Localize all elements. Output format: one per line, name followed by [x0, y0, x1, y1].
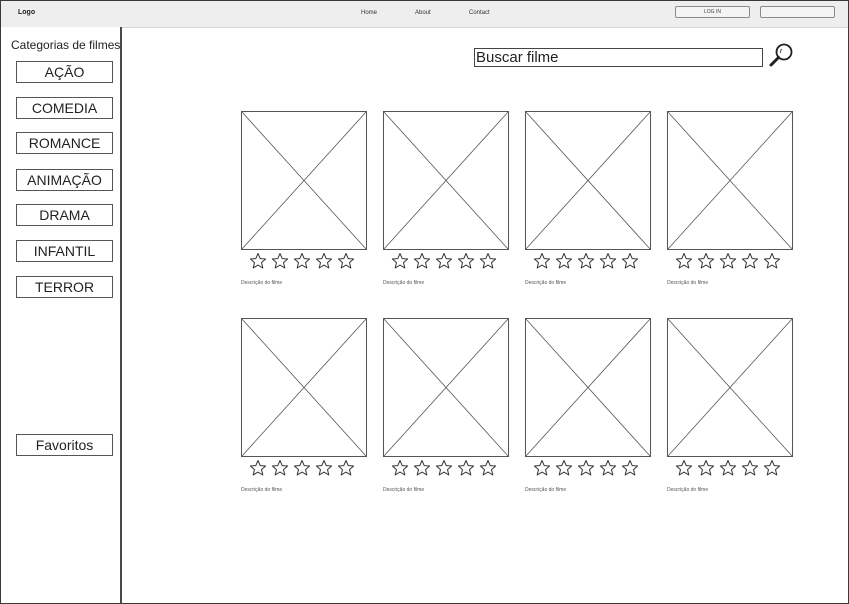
search-icon[interactable] — [768, 42, 795, 69]
star-icon[interactable] — [457, 252, 475, 270]
star-icon[interactable] — [741, 252, 759, 270]
star-icon[interactable] — [599, 459, 617, 477]
movie-card[interactable]: Descrição do filme — [383, 318, 509, 508]
category-button-drama[interactable]: DRAMA — [16, 204, 113, 226]
star-icon[interactable] — [621, 459, 639, 477]
rating-stars — [249, 252, 355, 270]
star-icon[interactable] — [763, 459, 781, 477]
star-icon[interactable] — [621, 252, 639, 270]
star-icon[interactable] — [249, 252, 267, 270]
star-icon[interactable] — [457, 459, 475, 477]
sidebar-title: Categorias de filmes — [11, 38, 121, 52]
movie-poster-placeholder[interactable] — [241, 318, 367, 457]
star-icon[interactable] — [479, 459, 497, 477]
movie-poster-placeholder[interactable] — [667, 111, 793, 250]
rating-stars — [533, 459, 639, 477]
login-button[interactable]: LOG IN — [675, 6, 750, 18]
category-button-infantil[interactable]: INFANTIL — [16, 240, 113, 262]
star-icon[interactable] — [413, 459, 431, 477]
star-icon[interactable] — [315, 459, 333, 477]
movie-poster-placeholder[interactable] — [383, 111, 509, 250]
category-button-comedia[interactable]: COMEDIA — [16, 97, 113, 119]
signup-button[interactable]: SIGN UP — [760, 6, 835, 18]
star-icon[interactable] — [763, 252, 781, 270]
star-icon[interactable] — [555, 459, 573, 477]
movie-card[interactable]: Descrição do filme — [525, 111, 651, 301]
movie-poster-placeholder[interactable] — [383, 318, 509, 457]
star-icon[interactable] — [315, 252, 333, 270]
star-icon[interactable] — [697, 252, 715, 270]
movie-poster-placeholder[interactable] — [667, 318, 793, 457]
movie-card[interactable]: Descrição do filme — [383, 111, 509, 301]
star-icon[interactable] — [435, 459, 453, 477]
rating-stars — [249, 459, 355, 477]
movie-poster-placeholder[interactable] — [525, 111, 651, 250]
star-icon[interactable] — [719, 252, 737, 270]
rating-stars — [675, 459, 781, 477]
category-button-terror[interactable]: TERROR — [16, 276, 113, 298]
movie-card[interactable]: Descrição do filme — [241, 318, 367, 508]
star-icon[interactable] — [675, 459, 693, 477]
top-bar: Logo Home About Contact LOG IN SIGN UP — [1, 1, 848, 28]
category-button-animacao[interactable]: ANIMAÇÃO — [16, 169, 113, 191]
star-icon[interactable] — [555, 252, 573, 270]
rating-stars — [391, 459, 497, 477]
movie-description: Descrição do filme — [525, 280, 567, 286]
nav-link-about[interactable]: About — [415, 10, 431, 16]
star-icon[interactable] — [337, 252, 355, 270]
star-icon[interactable] — [577, 459, 595, 477]
rating-stars — [675, 252, 781, 270]
movie-description: Descrição do filme — [383, 280, 425, 286]
app-window: Logo Home About Contact LOG IN SIGN UP C… — [0, 0, 849, 604]
sidebar: Categorias de filmes AÇÃO COMEDIA ROMANC… — [1, 27, 122, 603]
nav-link-home[interactable]: Home — [361, 10, 377, 16]
star-icon[interactable] — [337, 459, 355, 477]
star-icon[interactable] — [249, 459, 267, 477]
category-button-romance[interactable]: ROMANCE — [16, 132, 113, 154]
star-icon[interactable] — [293, 459, 311, 477]
movie-card[interactable]: Descrição do filme — [241, 111, 367, 301]
star-icon[interactable] — [533, 252, 551, 270]
star-icon[interactable] — [697, 459, 715, 477]
movie-description: Descrição do filme — [383, 487, 425, 493]
star-icon[interactable] — [391, 252, 409, 270]
star-icon[interactable] — [391, 459, 409, 477]
movie-description: Descrição do filme — [241, 487, 283, 493]
star-icon[interactable] — [271, 252, 289, 270]
movie-description: Descrição do filme — [667, 280, 709, 286]
rating-stars — [533, 252, 639, 270]
movie-description: Descrição do filme — [241, 280, 283, 286]
star-icon[interactable] — [479, 252, 497, 270]
movie-poster-placeholder[interactable] — [525, 318, 651, 457]
search-input[interactable] — [474, 48, 763, 67]
star-icon[interactable] — [599, 252, 617, 270]
movie-card[interactable]: Descrição do filme — [667, 318, 793, 508]
star-icon[interactable] — [675, 252, 693, 270]
movie-description: Descrição do filme — [667, 487, 709, 493]
star-icon[interactable] — [293, 252, 311, 270]
star-icon[interactable] — [435, 252, 453, 270]
star-icon[interactable] — [413, 252, 431, 270]
star-icon[interactable] — [577, 252, 595, 270]
logo: Logo — [18, 9, 36, 16]
star-icon[interactable] — [719, 459, 737, 477]
star-icon[interactable] — [533, 459, 551, 477]
favorites-button[interactable]: Favoritos — [16, 434, 113, 456]
movie-card[interactable]: Descrição do filme — [525, 318, 651, 508]
nav-link-contact[interactable]: Contact — [469, 10, 490, 16]
star-icon[interactable] — [271, 459, 289, 477]
movie-poster-placeholder[interactable] — [241, 111, 367, 250]
rating-stars — [391, 252, 497, 270]
category-button-acao[interactable]: AÇÃO — [16, 61, 113, 83]
movie-card[interactable]: Descrição do filme — [667, 111, 793, 301]
movie-description: Descrição do filme — [525, 487, 567, 493]
star-icon[interactable] — [741, 459, 759, 477]
